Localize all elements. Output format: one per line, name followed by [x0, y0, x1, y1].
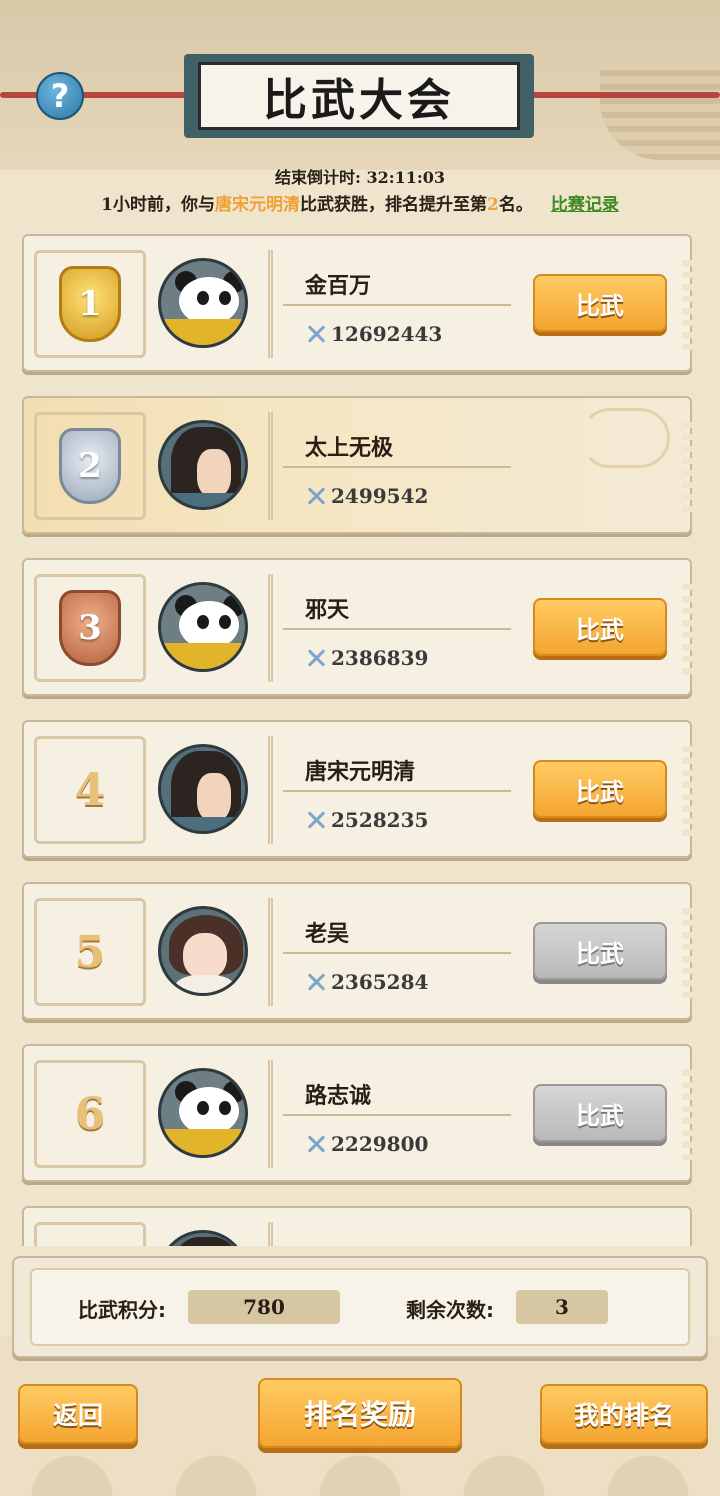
news-opponent: 唐宋元明清 — [215, 195, 300, 215]
crossed-swords-icon — [305, 323, 327, 345]
swordsman-avatar[interactable] — [158, 744, 248, 834]
question-mark-icon: ? — [50, 77, 70, 115]
combat-power-value: 12692443 — [331, 322, 443, 346]
player-info: 老吴 2365284 比武 — [268, 898, 678, 1006]
combat-power: 2528235 — [305, 808, 428, 832]
news-rank: 2 — [487, 195, 499, 215]
player-info: 太上无极 2499542 — [268, 412, 678, 520]
points-label: 比武积分: — [78, 1298, 166, 1322]
rank-box: 6 — [34, 1060, 146, 1168]
player-info — [268, 1222, 678, 1246]
combat-power: 2365284 — [305, 970, 428, 994]
combat-power: 12692443 — [305, 322, 442, 346]
combat-power: 2229800 — [305, 1132, 428, 1156]
gold-medal-icon: 1 — [59, 266, 121, 342]
rank-number: 6 — [74, 1088, 106, 1140]
ranking-row-partial — [22, 1206, 692, 1246]
challenge-button-disabled[interactable]: 比武 — [533, 922, 667, 980]
ranking-row: 1 金百万 12692443 比武 — [22, 234, 692, 372]
crossed-swords-icon — [305, 971, 327, 993]
rank-rewards-button[interactable]: 排名奖励 — [258, 1378, 462, 1448]
ranking-list[interactable]: 1 金百万 12692443 比武 2 太上无极 2499542 3 邪天 23… — [22, 232, 692, 1246]
rank-number: 5 — [74, 926, 106, 978]
ranking-row-self: 2 太上无极 2499542 — [22, 396, 692, 534]
crossed-swords-icon — [305, 647, 327, 669]
crossed-swords-icon — [305, 485, 327, 507]
match-record-link[interactable]: 比赛记录 — [551, 195, 619, 215]
player-info: 路志诚 2229800 比武 — [268, 1060, 678, 1168]
news-prefix: 1小时前，你与 — [101, 195, 215, 215]
player-name: 老吴 — [305, 922, 350, 947]
combat-power: 2386839 — [305, 646, 428, 670]
player-info: 邪天 2386839 比武 — [268, 574, 678, 682]
ranking-row: 6 路志诚 2229800 比武 — [22, 1044, 692, 1182]
news-suffix: 名。 — [498, 195, 533, 215]
panda-avatar[interactable] — [158, 582, 248, 672]
back-button[interactable]: 返回 — [18, 1384, 138, 1444]
crossed-swords-icon — [305, 1133, 327, 1155]
page-title: 比武大会 — [198, 62, 520, 130]
challenge-button-disabled[interactable]: 比武 — [533, 1084, 667, 1142]
help-button[interactable]: ? — [36, 72, 84, 120]
rank-box: 4 — [34, 736, 146, 844]
rank-box — [34, 1222, 146, 1246]
title-plate: 比武大会 — [184, 54, 534, 138]
remaining-value: 3 — [516, 1290, 608, 1324]
combat-power-value: 2499542 — [331, 484, 429, 508]
player-name: 路志诚 — [305, 1084, 372, 1109]
remaining-label: 剩余次数: — [406, 1298, 494, 1322]
player-name: 太上无极 — [305, 436, 394, 461]
combat-power-value: 2229800 — [331, 1132, 429, 1156]
battle-news: 1小时前，你与唐宋元明清比武获胜，排名提升至第2名。 比赛记录 — [0, 190, 720, 215]
rank-box: 3 — [34, 574, 146, 682]
player-info: 唐宋元明清 2528235 比武 — [268, 736, 678, 844]
combat-power-value: 2386839 — [331, 646, 429, 670]
rank-box: 5 — [34, 898, 146, 1006]
player-name: 金百万 — [305, 274, 372, 299]
swordsman-avatar[interactable] — [158, 1230, 248, 1246]
challenge-button[interactable]: 比武 — [533, 598, 667, 656]
combat-power: 2499542 — [305, 484, 428, 508]
rank-box: 1 — [34, 250, 146, 358]
bronze-medal-icon: 3 — [59, 590, 121, 666]
points-value: 780 — [188, 1290, 340, 1324]
panda-avatar[interactable] — [158, 1068, 248, 1158]
silver-medal-icon: 2 — [59, 428, 121, 504]
combat-power-value: 2365284 — [331, 970, 429, 994]
player-name: 邪天 — [305, 598, 350, 623]
crossed-swords-icon — [305, 809, 327, 831]
challenge-button[interactable]: 比武 — [533, 760, 667, 818]
stats-panel: 比武积分: 780 剩余次数: 3 — [12, 1256, 708, 1358]
ranking-row: 5 老吴 2365284 比武 — [22, 882, 692, 1020]
player-name: 唐宋元明清 — [305, 760, 416, 785]
ranking-row: 3 邪天 2386839 比武 — [22, 558, 692, 696]
swordsman-avatar[interactable] — [158, 420, 248, 510]
ranking-row: 4 唐宋元明清 2528235 比武 — [22, 720, 692, 858]
rank-box: 2 — [34, 412, 146, 520]
rank-number: 4 — [74, 764, 106, 816]
countdown-label: 结束倒计时: — [274, 168, 361, 187]
challenge-button[interactable]: 比武 — [533, 274, 667, 332]
my-rank-button[interactable]: 我的排名 — [540, 1384, 708, 1444]
girl-avatar[interactable] — [158, 906, 248, 996]
countdown-value: 32:11:03 — [366, 168, 446, 187]
news-middle: 比武获胜，排名提升至第 — [300, 195, 487, 215]
panda-avatar[interactable] — [158, 258, 248, 348]
player-info: 金百万 12692443 比武 — [268, 250, 678, 358]
combat-power-value: 2528235 — [331, 808, 429, 832]
countdown: 结束倒计时: 32:11:03 — [0, 164, 720, 188]
